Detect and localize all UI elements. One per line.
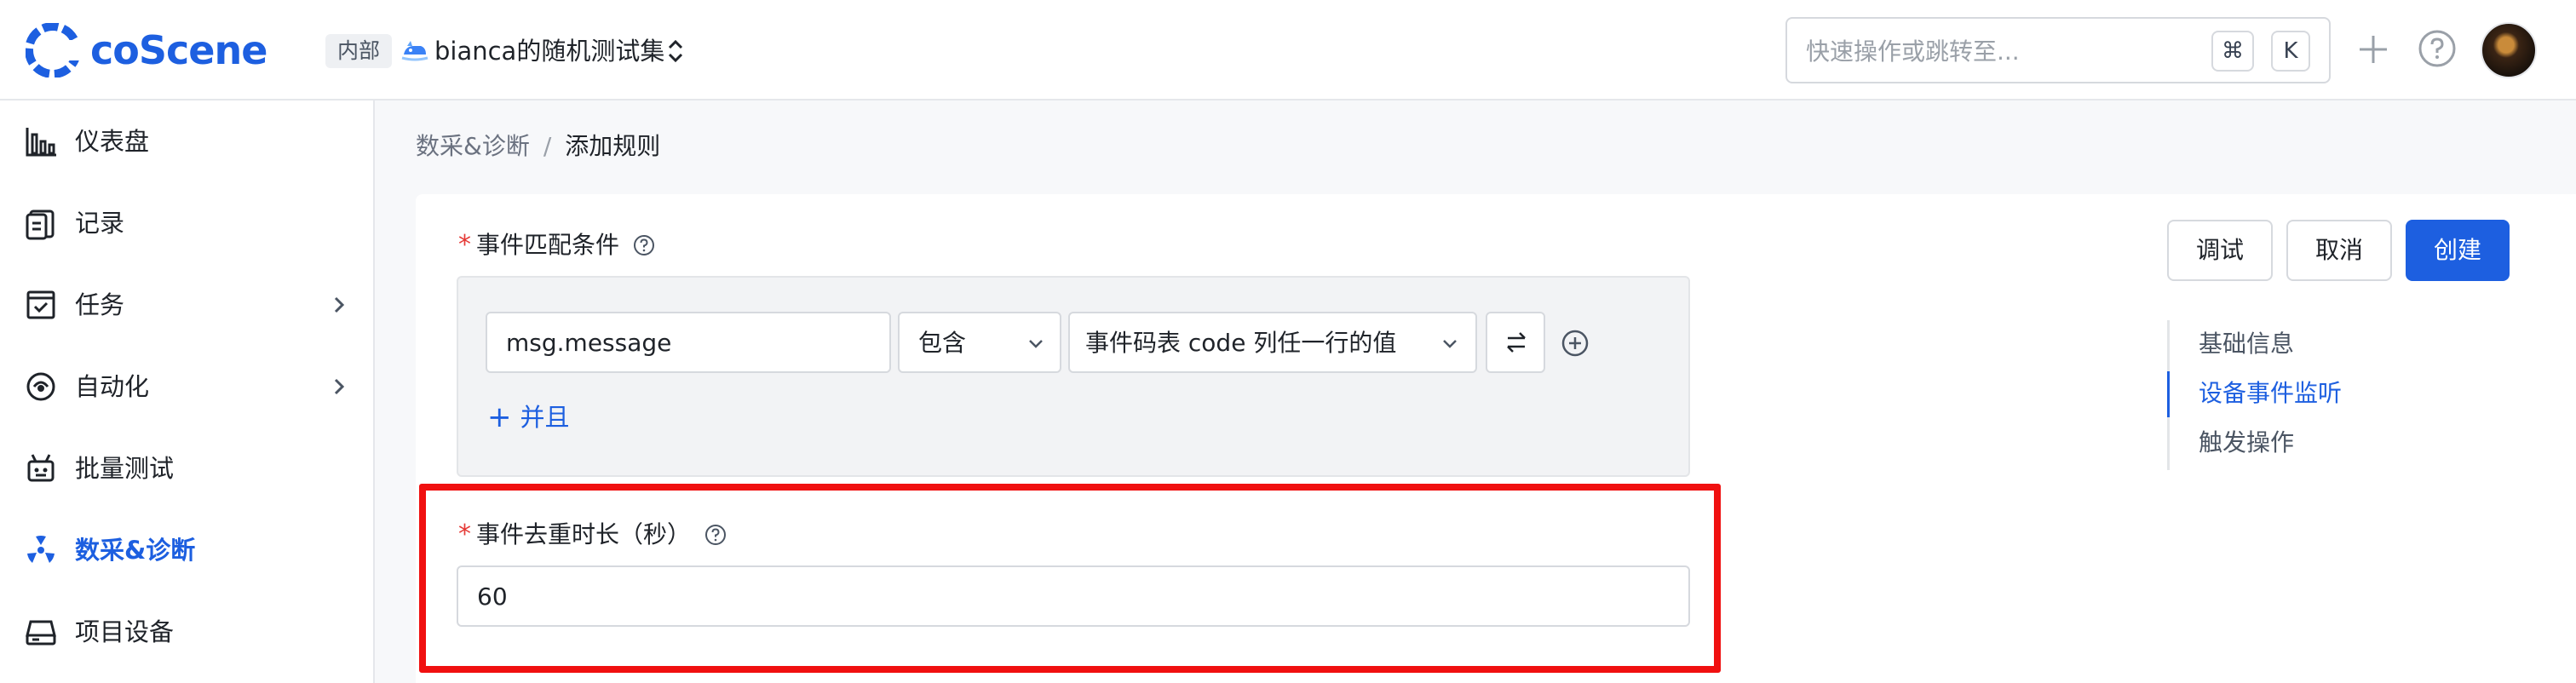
anchor-active-indicator <box>2167 371 2170 417</box>
sidebar-item-label: 记录 <box>75 209 125 238</box>
chevron-right-icon <box>334 296 345 313</box>
condition-group <box>457 276 1690 477</box>
top-bar: coScene 内部 bianca的随机测试集 快速操作或跳转至... ⌘ K <box>0 0 2576 100</box>
plus-icon: + <box>487 400 512 434</box>
required-mark: * <box>458 230 471 260</box>
automation-icon <box>26 372 55 401</box>
logo-text: coScene <box>90 27 267 73</box>
project-name[interactable]: bianca的随机测试集 <box>434 34 664 68</box>
sidebar-item-diagnosis[interactable]: 数采&诊断 <box>0 509 373 591</box>
shortcut-cmd-key: ⌘ <box>2211 31 2254 72</box>
field-input[interactable]: msg.message <box>486 312 891 373</box>
project-icon <box>401 41 428 61</box>
bar-chart-icon <box>26 128 56 157</box>
dedup-duration-input[interactable]: 60 <box>457 565 1690 627</box>
task-icon <box>26 290 55 319</box>
breadcrumb-separator: / <box>543 132 552 160</box>
target-select[interactable]: 事件码表 code 列任一行的值 <box>1068 312 1477 373</box>
create-button[interactable]: 创建 <box>2406 220 2510 281</box>
search-input[interactable]: 快速操作或跳转至... ⌘ K <box>1785 17 2331 83</box>
search-placeholder: 快速操作或跳转至... <box>1806 37 2020 66</box>
field-input-value: msg.message <box>506 329 672 357</box>
coscene-logo-icon <box>26 23 80 77</box>
chevron-down-icon <box>1029 340 1043 348</box>
device-icon <box>26 620 56 646</box>
help-icon[interactable] <box>633 234 655 256</box>
add-condition-icon[interactable] <box>1561 329 1590 358</box>
anchor-device-event-listen[interactable]: 设备事件监听 <box>2199 376 2342 410</box>
sidebar-item-batch-test[interactable]: 批量测试 <box>0 428 373 509</box>
target-select-value: 事件码表 code 列任一行的值 <box>1085 329 1397 357</box>
robot-icon <box>27 454 55 482</box>
diagnosis-icon <box>27 535 55 563</box>
chevron-down-icon <box>1443 340 1457 348</box>
sidebar-item-label: 项目设备 <box>75 617 175 646</box>
dedup-duration-label: * 事件去重时长（秒） <box>458 518 727 552</box>
add-and-condition-button[interactable]: + 并且 <box>487 400 570 434</box>
cancel-button[interactable]: 取消 <box>2286 220 2392 281</box>
sidebar-item-label: 数采&诊断 <box>75 536 196 565</box>
operator-select-value: 包含 <box>918 329 967 357</box>
help-icon[interactable] <box>2418 29 2457 68</box>
sidebar-item-automation[interactable]: 自动化 <box>0 346 373 428</box>
switch-icon[interactable] <box>664 36 687 66</box>
shortcut-k-key: K <box>2271 31 2310 72</box>
dedup-duration-label-text: 事件去重时长（秒） <box>476 520 692 548</box>
chevron-right-icon <box>334 378 345 395</box>
sidebar-item-label: 任务 <box>75 290 125 319</box>
required-mark: * <box>458 519 471 549</box>
sidebar-item-records[interactable]: 记录 <box>0 182 373 264</box>
clipboard-icon <box>26 209 55 240</box>
match-condition-label: * 事件匹配条件 <box>458 228 655 262</box>
plus-icon[interactable] <box>2356 32 2390 66</box>
anchor-trigger-actions[interactable]: 触发操作 <box>2199 426 2294 460</box>
sidebar-item-devices[interactable]: 项目设备 <box>0 591 373 673</box>
sidebar-item-label: 自动化 <box>75 372 150 401</box>
sidebar-item-tasks[interactable]: 任务 <box>0 264 373 346</box>
dedup-duration-value: 60 <box>477 583 508 611</box>
swap-button[interactable] <box>1486 312 1545 373</box>
logo[interactable]: coScene <box>26 20 267 80</box>
visibility-tag: 内部 <box>325 34 393 68</box>
breadcrumb-current: 添加规则 <box>565 132 661 160</box>
help-icon[interactable] <box>704 524 727 546</box>
section-anchor-nav: 基础信息 设备事件监听 触发操作 <box>2167 320 2423 470</box>
sidebar-item-label: 批量测试 <box>75 454 175 483</box>
sidebar-item-dashboard[interactable]: 仪表盘 <box>0 100 373 182</box>
sidebar-item-label: 仪表盘 <box>75 127 150 156</box>
breadcrumb: 数采&诊断 / 添加规则 <box>416 129 660 164</box>
breadcrumb-parent-link[interactable]: 数采&诊断 <box>416 129 530 164</box>
swap-icon <box>1507 332 1526 353</box>
operator-select[interactable]: 包含 <box>898 312 1061 373</box>
match-condition-label-text: 事件匹配条件 <box>476 231 620 259</box>
sidebar: 仪表盘 记录 任务 自动化 批量测试 数采&诊断 项目设备 <box>0 100 375 683</box>
anchor-basic-info[interactable]: 基础信息 <box>2199 327 2294 361</box>
add-and-condition-label: 并且 <box>520 403 570 432</box>
user-avatar[interactable] <box>2481 22 2537 78</box>
debug-button[interactable]: 调试 <box>2167 220 2273 281</box>
